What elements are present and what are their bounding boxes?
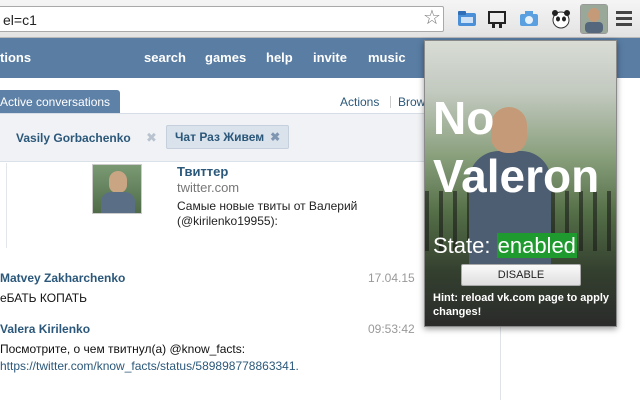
no-valeron-ext-icon[interactable] <box>580 4 608 34</box>
popup-hint: Hint: reload vk.com page to apply change… <box>433 292 610 318</box>
message-time: 09:53:42 <box>368 322 415 336</box>
link-preview-image[interactable] <box>92 164 142 214</box>
disable-button[interactable]: DISABLE <box>461 264 581 286</box>
peer-vasily-gorbachenko[interactable]: Vasily Gorbachenko <box>16 131 131 145</box>
actions-link[interactable]: Actions <box>340 95 379 109</box>
message-author[interactable]: Matvey Zakharchenko <box>0 271 125 285</box>
thread-rule <box>6 163 7 248</box>
folder-ext-icon[interactable] <box>456 8 478 30</box>
link-preview-title[interactable]: Твиттер <box>177 164 228 179</box>
address-bar-url: el=c1 <box>3 12 37 28</box>
message-text: Посмотрите, о чем твитнул(а) @know_facts… <box>0 341 360 375</box>
message-time: 17.04.15 <box>368 271 415 285</box>
camera-ext-icon[interactable] <box>518 8 540 30</box>
nav-item-help[interactable]: help <box>266 50 293 65</box>
nav-item-invite[interactable]: invite <box>313 50 347 65</box>
extension-popup: No Valeron State: enabled DISABLE Hint: … <box>424 40 617 327</box>
state-value: enabled <box>496 233 577 258</box>
popup-title: No Valeron <box>433 89 613 205</box>
browse-link[interactable]: Brow <box>398 95 425 109</box>
link-preview-description: Самые новые твиты от Валерий (@kirilenko… <box>177 199 358 228</box>
browser-toolbar: el=c1 ☆ <box>0 0 640 38</box>
actions-separator <box>390 96 391 108</box>
panda-ext-icon[interactable] <box>550 8 572 30</box>
message-body: Посмотрите, о чем твитнул(а) @know_facts… <box>0 342 246 356</box>
state-label: State: <box>433 233 491 258</box>
nav-item-music[interactable]: music <box>368 50 406 65</box>
close-icon[interactable]: ✖ <box>146 130 157 146</box>
message-link[interactable]: https://twitter.com/know_facts/status/58… <box>0 359 299 373</box>
browser-menu-icon[interactable] <box>614 8 634 30</box>
link-preview-domain: twitter.com <box>177 180 240 195</box>
nav-item-search[interactable]: search <box>144 50 186 65</box>
message-author[interactable]: Valera Kirilenko <box>0 322 90 336</box>
close-icon[interactable]: ✖ <box>270 130 280 144</box>
cast-ext-icon[interactable] <box>486 8 508 30</box>
peer-label: Чат Раз Живем <box>175 130 265 144</box>
bookmark-star-icon[interactable]: ☆ <box>423 8 441 28</box>
tab-active-conversations[interactable]: Active conversations <box>0 90 121 114</box>
popup-title-line2: Valeron <box>433 150 600 202</box>
popup-title-line1: No <box>433 92 495 144</box>
peer-chat-raz-zhivem[interactable]: Чат Раз Живем ✖ <box>166 125 290 149</box>
nav-item-applications[interactable]: tions <box>0 50 31 65</box>
popup-state: State: enabled <box>433 233 577 259</box>
address-bar[interactable]: el=c1 <box>0 6 444 32</box>
message-text: еБАТЬ КОПАТЬ <box>0 291 87 305</box>
nav-item-games[interactable]: games <box>205 50 246 65</box>
